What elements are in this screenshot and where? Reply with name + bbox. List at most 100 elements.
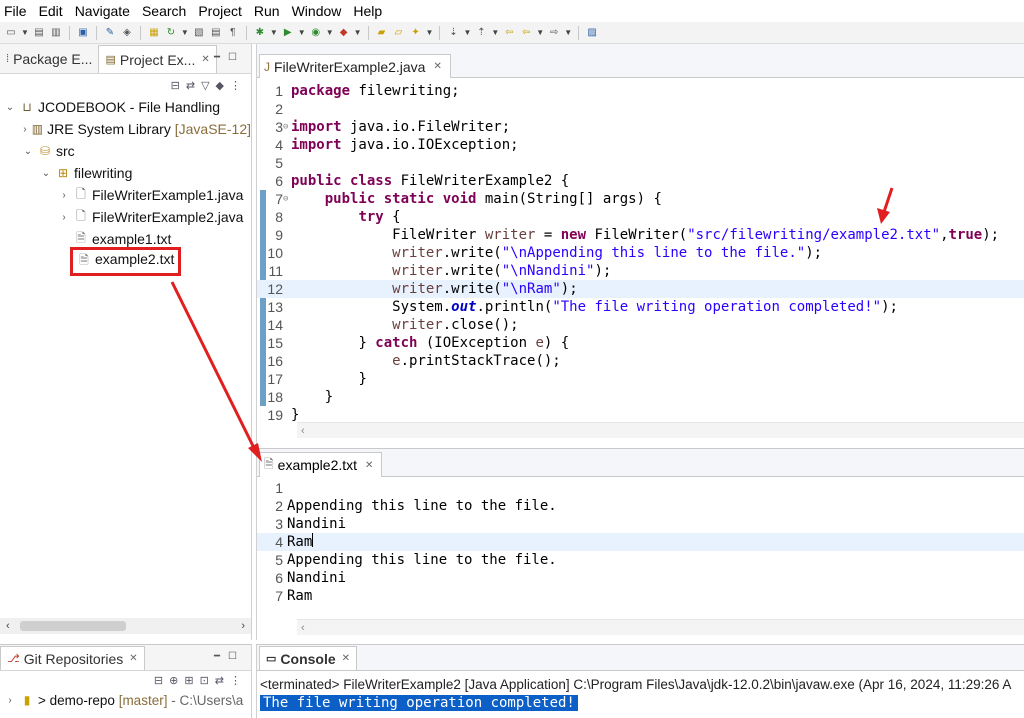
- dropdown-icon[interactable]: ▼: [426, 28, 434, 37]
- dropdown-icon[interactable]: ▼: [491, 28, 499, 37]
- run-icon[interactable]: ▶: [281, 26, 295, 40]
- refresh-icon[interactable]: ↻: [164, 26, 178, 40]
- tab-filewriterexample2-java[interactable]: J FileWriterExample2.java ✕: [259, 54, 451, 78]
- menu-project[interactable]: Project: [198, 3, 242, 19]
- tab-project-explorer[interactable]: ▤ Project Ex... ✕: [98, 45, 217, 73]
- menu-file[interactable]: File: [4, 3, 27, 19]
- scroll-left-icon[interactable]: ‹: [6, 620, 10, 632]
- menu-edit[interactable]: Edit: [39, 3, 63, 19]
- text-area[interactable]: 1 2 Appending this line to the file. 3 Nan…: [257, 479, 1024, 605]
- jre-label: JRE System Library: [47, 121, 171, 137]
- collapse-all-icon[interactable]: ⊟: [171, 79, 180, 92]
- tree-item-src[interactable]: ⌄ ⛁ src: [0, 140, 251, 162]
- dropdown-icon[interactable]: ▼: [270, 28, 278, 37]
- package-icon[interactable]: ▧: [192, 26, 206, 40]
- menu-run[interactable]: Run: [254, 3, 280, 19]
- back-icon[interactable]: ⇦: [519, 26, 533, 40]
- line-number: 7: [275, 588, 283, 604]
- external-tools-icon[interactable]: ◆: [337, 26, 351, 40]
- paragraph-icon[interactable]: ¶: [226, 26, 240, 40]
- tree-item-txt2[interactable]: 🗎 example2.txt: [0, 246, 251, 276]
- menu-navigate[interactable]: Navigate: [75, 3, 130, 19]
- code-area[interactable]: 1 package filewriting; 2 3 ⊖ import java.io…: [257, 82, 1024, 424]
- build-icon[interactable]: ▦: [147, 26, 161, 40]
- close-icon[interactable]: ✕: [201, 54, 209, 65]
- maximize-icon[interactable]: ☐: [228, 651, 245, 662]
- maximize-icon[interactable]: ☐: [228, 52, 245, 63]
- tab-example2-txt[interactable]: 🗎 example2.txt ✕: [259, 452, 383, 477]
- forward-icon[interactable]: ⇨: [547, 26, 561, 40]
- chevron-right-icon[interactable]: ›: [58, 212, 70, 223]
- terminal-icon[interactable]: ▣: [76, 26, 90, 40]
- dropdown-icon[interactable]: ▼: [181, 28, 189, 37]
- focus-icon[interactable]: ◆: [216, 79, 224, 92]
- scroll-thumb[interactable]: [20, 621, 126, 631]
- chevron-down-icon[interactable]: ⌄: [40, 168, 52, 179]
- console-output[interactable]: The file writing operation completed!: [260, 695, 578, 711]
- dropdown-icon[interactable]: ▼: [326, 28, 334, 37]
- prev-annotation-icon[interactable]: ⇡: [474, 26, 488, 40]
- chevron-right-icon[interactable]: ›: [58, 190, 70, 201]
- dropdown-icon[interactable]: ▼: [463, 28, 471, 37]
- chevron-right-icon[interactable]: ›: [22, 124, 28, 135]
- dropdown-icon[interactable]: ▼: [564, 28, 572, 37]
- close-icon[interactable]: ✕: [365, 460, 373, 471]
- repo-item[interactable]: › ▮ > demo-repo [master] - C:\Users\a: [0, 689, 251, 711]
- scroll-left-icon[interactable]: ‹: [301, 622, 305, 634]
- menu-help[interactable]: Help: [353, 3, 382, 19]
- pin-editor-icon[interactable]: ▨: [585, 26, 599, 40]
- editor-hscrollbar[interactable]: ‹: [297, 422, 1024, 438]
- chevron-down-icon[interactable]: ⌄: [22, 146, 34, 157]
- menu-search[interactable]: Search: [142, 3, 186, 19]
- tree-item-file1[interactable]: › 🗋 FileWriterExample1.java: [0, 184, 251, 206]
- dropdown-icon[interactable]: ▼: [21, 28, 29, 37]
- view-menu-icon[interactable]: ⋮: [230, 79, 241, 92]
- link-editor-icon[interactable]: ⇄: [186, 79, 195, 92]
- clone-icon[interactable]: ⊞: [184, 674, 193, 687]
- save-icon[interactable]: ▤: [32, 26, 46, 40]
- tree-item-file2[interactable]: › 🗋 FileWriterExample2.java: [0, 206, 251, 228]
- tree-item-project[interactable]: ⌄ ⊔ JCODEBOOK - File Handling: [0, 96, 251, 118]
- open-folder-icon[interactable]: ▱: [392, 26, 406, 40]
- list-icon[interactable]: ▤: [209, 26, 223, 40]
- tab-package-explorer[interactable]: ⁞ Package E...: [0, 45, 98, 73]
- tree-item-jre[interactable]: › ▥ JRE System Library [JavaSE-12]: [0, 118, 251, 140]
- breakpoint-icon[interactable]: ◈: [120, 26, 134, 40]
- wand-icon[interactable]: ✦: [409, 26, 423, 40]
- selected-file-highlight[interactable]: 🗎 example2.txt: [70, 246, 182, 276]
- fold-icon[interactable]: ⊖: [283, 118, 288, 136]
- pen-icon[interactable]: ✎: [103, 26, 117, 40]
- debug-icon[interactable]: ✱: [253, 26, 267, 40]
- coverage-icon[interactable]: ◉: [309, 26, 323, 40]
- filter-icon[interactable]: ▽: [201, 79, 209, 92]
- dropdown-icon[interactable]: ▼: [298, 28, 306, 37]
- chevron-right-icon[interactable]: ›: [4, 695, 16, 706]
- tab-git-repositories[interactable]: ⎇ Git Repositories ✕: [0, 646, 145, 670]
- menu-window[interactable]: Window: [292, 3, 342, 19]
- last-edit-icon[interactable]: ⇦: [502, 26, 516, 40]
- tree-item-package[interactable]: ⌄ ⊞ filewriting: [0, 162, 251, 184]
- fold-icon[interactable]: ⊖: [283, 190, 288, 208]
- minimize-icon[interactable]: ━: [214, 651, 228, 662]
- view-menu-icon[interactable]: ⋮: [230, 674, 241, 687]
- dropdown-icon[interactable]: ▼: [536, 28, 544, 37]
- link-editor-icon[interactable]: ⇄: [215, 674, 224, 687]
- add-repo-icon[interactable]: ⊕: [169, 674, 178, 687]
- close-icon[interactable]: ✕: [129, 653, 137, 664]
- minimize-icon[interactable]: ━: [214, 52, 228, 63]
- scroll-left-icon[interactable]: ‹: [301, 425, 305, 437]
- create-repo-icon[interactable]: ⊡: [200, 674, 209, 687]
- editor2-hscrollbar[interactable]: ‹: [297, 619, 1024, 635]
- save-all-icon[interactable]: ▥: [49, 26, 63, 40]
- close-icon[interactable]: ✕: [433, 61, 441, 72]
- new-icon[interactable]: ▭: [4, 26, 18, 40]
- chevron-down-icon[interactable]: ⌄: [4, 102, 16, 113]
- explorer-hscrollbar[interactable]: ‹ ›: [0, 618, 251, 634]
- collapse-all-icon[interactable]: ⊟: [154, 674, 163, 687]
- scroll-right-icon[interactable]: ›: [241, 620, 245, 632]
- dropdown-icon[interactable]: ▼: [354, 28, 362, 37]
- open-type-icon[interactable]: ▰: [375, 26, 389, 40]
- close-icon[interactable]: ✕: [342, 653, 350, 664]
- next-annotation-icon[interactable]: ⇣: [446, 26, 460, 40]
- tab-console[interactable]: ▭ Console ✕: [259, 646, 358, 670]
